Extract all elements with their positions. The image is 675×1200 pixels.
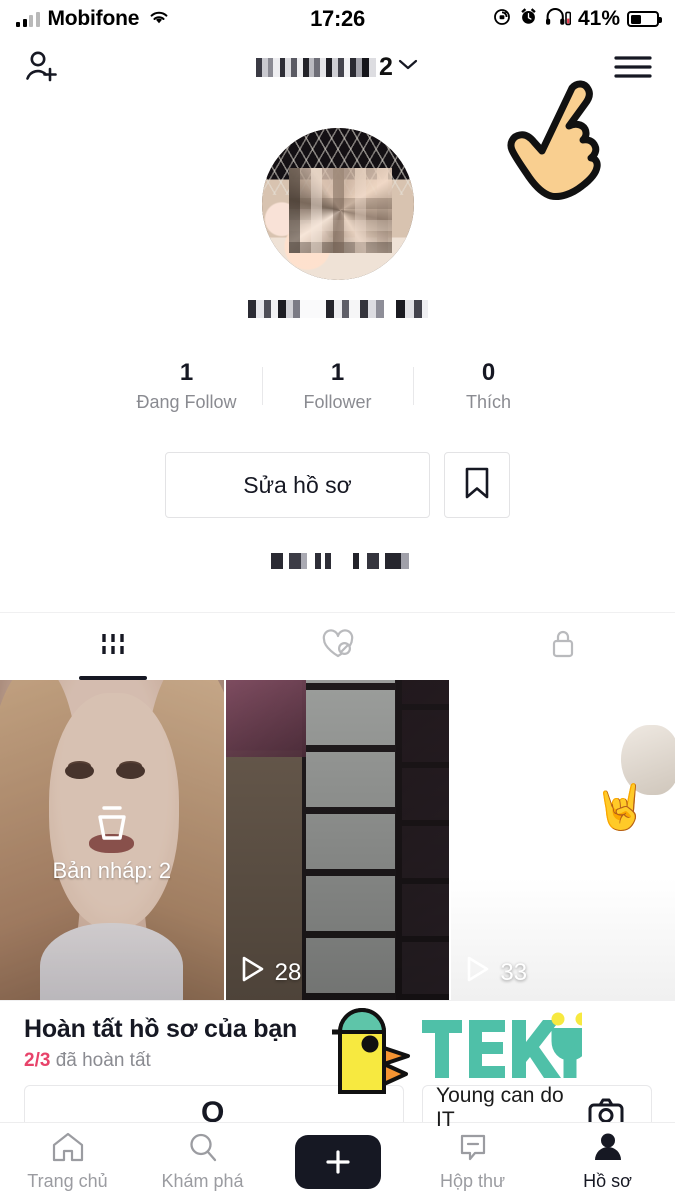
- teky-logo: Young can do IT: [323, 1002, 589, 1131]
- plus-button[interactable]: [288, 1134, 387, 1189]
- grid-posts-icon: [96, 627, 130, 666]
- video-thumb-2[interactable]: 🤘 33: [451, 680, 675, 1000]
- teky-tagline: Young can do IT: [436, 1084, 564, 1131]
- drafts-overlay: Bản nháp: 2: [0, 802, 224, 884]
- view-count-container: 28: [240, 955, 302, 990]
- bookmark-button[interactable]: [444, 452, 510, 518]
- stat-label: Đang Follow: [136, 392, 237, 412]
- drafts-icon: [89, 802, 135, 851]
- video-thumb-1[interactable]: 28: [225, 680, 450, 1000]
- chevron-down-icon: [397, 58, 419, 76]
- play-icon: [465, 955, 491, 990]
- display-name: [0, 300, 675, 318]
- profile-bio: [0, 553, 675, 569]
- nav-item-inbox[interactable]: Hộp thư: [405, 1131, 540, 1192]
- tab-liked[interactable]: [225, 613, 450, 680]
- tab-posts[interactable]: [0, 613, 225, 680]
- thumb-overlay-tint: [225, 680, 450, 1000]
- hamburger-menu-icon[interactable]: [613, 52, 653, 82]
- stat-value: 1: [330, 359, 345, 386]
- view-count-container: 33: [465, 955, 527, 990]
- nav-item-home[interactable]: Trang chủ: [0, 1131, 135, 1192]
- status-bar-right: 41%: [492, 7, 662, 32]
- nav-label: Hộp thư: [439, 1171, 506, 1191]
- stat-following[interactable]: 1 Đang Follow: [112, 358, 262, 413]
- nav-label: Trang chủ: [27, 1171, 108, 1191]
- nav-item-profile[interactable]: Hồ sơ: [540, 1131, 675, 1192]
- profile-tabs: [0, 612, 675, 680]
- stat-likes[interactable]: 0 Thích: [414, 358, 564, 413]
- username-pixelated: [256, 57, 377, 77]
- rock-hand-emoji: 🤘: [593, 782, 649, 832]
- view-count: 28: [274, 958, 302, 986]
- drafts-label: Bản nháp: 2: [52, 857, 172, 883]
- profile-header: 2: [0, 38, 675, 96]
- stat-label: Thích: [465, 392, 512, 412]
- avatar-container[interactable]: [0, 128, 675, 280]
- edit-profile-button[interactable]: Sửa hồ sơ: [165, 452, 430, 518]
- battery-icon: [627, 11, 662, 27]
- avatar-pixelation-overlay: [288, 167, 393, 253]
- create-plus-icon[interactable]: [288, 1134, 387, 1189]
- profile-stats: 1 Đang Follow 1 Follower 0 Thích: [0, 358, 675, 413]
- video-thumb-drafts[interactable]: Bản nháp: 2: [0, 680, 224, 1000]
- nav-item-create[interactable]: [270, 1134, 405, 1189]
- heart-crossed-liked-icon: [320, 627, 356, 666]
- nav-item-discover[interactable]: Khám phá: [135, 1131, 270, 1192]
- lock-private-icon: [548, 627, 578, 666]
- rotation-lock-icon: [492, 7, 512, 32]
- banner-progress-count: 2/3: [24, 1050, 51, 1071]
- bio-pixelated: [252, 553, 423, 569]
- bottom-navigation: Trang chủ Khám phá Hộp thư Hồ sơ: [0, 1122, 675, 1200]
- play-icon: [240, 955, 266, 990]
- add-person-icon[interactable]: [22, 47, 62, 87]
- view-count: 33: [500, 958, 528, 986]
- stat-value: 0: [481, 359, 496, 386]
- username-suffix: 2: [379, 52, 393, 81]
- inbox-icon: [456, 1131, 490, 1168]
- bookmark-icon: [462, 466, 492, 505]
- status-bar: Mobifone 17:26 41%: [0, 0, 675, 38]
- stat-value: 1: [179, 359, 194, 386]
- nav-label: Khám phá: [161, 1171, 244, 1191]
- nav-label: Hồ sơ: [583, 1171, 632, 1191]
- tab-private[interactable]: [450, 613, 675, 680]
- username-title[interactable]: 2: [0, 52, 675, 81]
- alarm-clock-icon: [519, 7, 538, 31]
- profile-person-icon: [591, 1131, 625, 1168]
- battery-percent: 41%: [577, 7, 620, 30]
- home-icon: [50, 1131, 86, 1168]
- phone-screen: Mobifone 17:26 41% 2 1 Đang Follow 1 Fol…: [0, 0, 675, 1200]
- stat-label: Follower: [303, 392, 372, 412]
- avatar[interactable]: [261, 128, 414, 280]
- search-icon: [186, 1131, 220, 1168]
- stat-followers[interactable]: 1 Follower: [263, 358, 413, 413]
- headphones-icon: [545, 7, 572, 31]
- profile-actions: Sửa hồ sơ: [0, 452, 675, 518]
- banner-progress-suffix: đã hoàn tất: [50, 1050, 151, 1071]
- video-grid: Bản nháp: 2 28 🤘 33: [0, 680, 675, 1000]
- display-name-pixelated: [247, 300, 428, 318]
